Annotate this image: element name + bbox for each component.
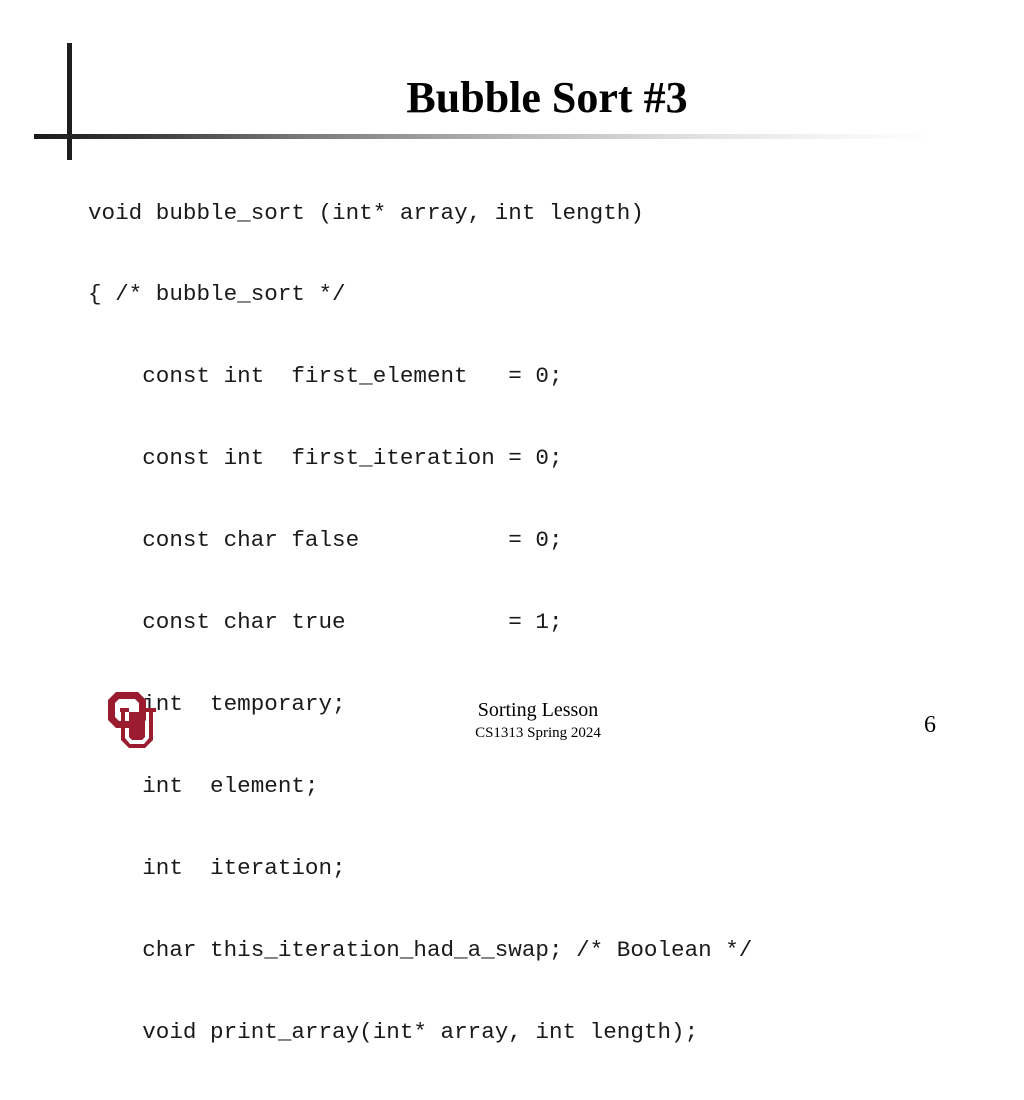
ou-logo-icon bbox=[108, 692, 156, 748]
code-line: const int first_iteration = 0; bbox=[88, 445, 563, 472]
code-line: { /* bubble_sort */ bbox=[88, 281, 346, 308]
code-line: void print_array(int* array, int length)… bbox=[88, 1018, 699, 1045]
code-line: const int first_element = 0; bbox=[88, 363, 563, 390]
code-line: int temporary; bbox=[88, 690, 346, 717]
code-block: void bubble_sort (int* array, int length… bbox=[88, 145, 752, 1100]
code-line: void bubble_sort (int* array, int length… bbox=[88, 199, 644, 226]
footer-lesson-title: Sorting Lesson bbox=[477, 699, 599, 721]
code-line: const char true = 1; bbox=[88, 609, 563, 636]
slide: Bubble Sort #3 void bubble_sort (int* ar… bbox=[0, 0, 1024, 1045]
code-line: int element; bbox=[88, 772, 319, 799]
code-line: char this_iteration_had_a_swap; /* Boole… bbox=[88, 936, 753, 963]
code-line: const char false = 0; bbox=[88, 527, 563, 554]
footer-course-label: CS1313 Spring 2024 bbox=[475, 725, 601, 741]
code-line: int iteration; bbox=[88, 854, 346, 881]
slide-title: Bubble Sort #3 bbox=[406, 73, 688, 122]
page-number: 6 bbox=[924, 712, 936, 738]
decorative-horizontal-rule bbox=[34, 134, 934, 139]
footer: Sorting Lesson CS1313 Spring 2024 bbox=[430, 697, 646, 743]
